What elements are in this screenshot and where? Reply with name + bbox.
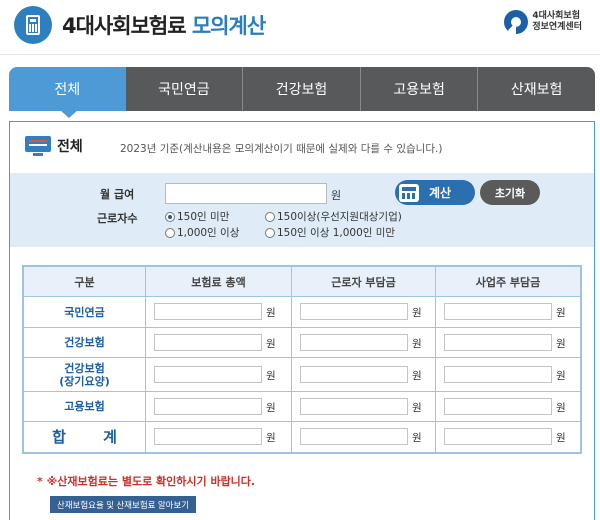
won-unit: 원 [412, 370, 422, 382]
input-area: 월 급여 원 계산 초기화 근로자수 150인 미만 150이상(우선지원대상기… [10, 173, 594, 247]
won-unit: 원 [412, 307, 422, 319]
care-employer-field[interactable] [444, 366, 552, 383]
radio-label: 1,000인 이상 [177, 227, 240, 239]
table-row: 건강보험 원 원 원 [24, 328, 580, 358]
tab-employment-insurance[interactable]: 고용보험 [360, 67, 479, 111]
sum-employer-field[interactable] [444, 428, 552, 445]
radio-circle [165, 227, 175, 238]
won-unit: 원 [556, 432, 566, 444]
radio-label: 150인 이상 1,000인 미만 [277, 227, 396, 239]
calculate-button-label: 계산 [429, 186, 452, 200]
monitor-icon [25, 136, 51, 156]
won-unit: 원 [412, 402, 422, 414]
industrial-accident-notice: * ※산재보험료는 별도로 확인하시기 바랍니다. [37, 475, 256, 488]
radio-label: 150인 미만 [177, 211, 230, 223]
health-employer-field[interactable] [444, 334, 552, 351]
won-unit: 원 [556, 307, 566, 319]
table-row: 합 계 원 원 원 [24, 422, 580, 452]
radio-circle [265, 211, 275, 222]
salary-won-unit: 원 [331, 189, 342, 202]
org-swirl-icon [504, 10, 529, 34]
table-header: 구분 보험료 총액 근로자 부담금 사업주 부담금 [24, 267, 580, 297]
org-name-line1: 4대사회보험 [532, 11, 580, 21]
header-divider [0, 54, 600, 55]
industrial-accident-link-button[interactable]: 산재보험요율 및 산재보험료 알아보기 [50, 496, 196, 513]
care-total-field[interactable] [154, 366, 262, 383]
won-unit: 원 [556, 338, 566, 350]
tab-industrial-accident[interactable]: 산재보험 [478, 67, 595, 111]
employment-employee-field[interactable] [300, 398, 408, 415]
employment-total-field[interactable] [154, 398, 262, 415]
org-logo[interactable]: 4대사회보험 정보연계센터 [504, 10, 582, 34]
page-title: 4대사회보험료 모의계산 [62, 10, 266, 40]
won-unit: 원 [556, 370, 566, 382]
radio-circle [165, 211, 175, 222]
radio-150-priority[interactable]: 150이상(우선지원대상기업) [265, 209, 402, 224]
sum-total-field[interactable] [154, 428, 262, 445]
calculator-icon [14, 6, 52, 44]
reset-button[interactable]: 초기화 [480, 180, 540, 205]
section-note: 2023년 기준(계산내용은 모의계산이기 때문에 실제와 다를 수 있습니다.… [120, 143, 443, 155]
won-unit: 원 [266, 370, 276, 382]
radio-label: 150이상(우선지원대상기업) [277, 211, 402, 223]
row-label-total: 합 계 [24, 422, 146, 452]
pension-employer-field[interactable] [444, 303, 552, 320]
result-table: 구분 보험료 총액 근로자 부담금 사업주 부담금 국민연금 원 원 원 건강보… [22, 265, 582, 454]
table-row: 국민연금 원 원 원 [24, 297, 580, 328]
pension-employee-field[interactable] [300, 303, 408, 320]
won-unit: 원 [266, 402, 276, 414]
radio-under-150[interactable]: 150인 미만 [165, 209, 229, 224]
won-unit: 원 [412, 338, 422, 350]
row-label-national-pension: 국민연금 [24, 297, 146, 327]
tab-health-insurance[interactable]: 건강보험 [243, 67, 361, 111]
col-employee: 근로자 부담금 [292, 267, 436, 297]
section-header: 전체 [25, 136, 83, 156]
won-unit: 원 [556, 402, 566, 414]
radio-over-1000[interactable]: 1,000인 이상 [165, 225, 239, 240]
table-row: 건강보험 (장기요양) 원 원 원 [24, 358, 580, 392]
col-category: 구분 [24, 267, 146, 297]
col-employer: 사업주 부담금 [475, 276, 541, 289]
calculate-button[interactable]: 계산 [395, 180, 475, 205]
page-title-accent: 모의계산 [191, 14, 266, 38]
page-title-main: 4대사회보험료 [62, 14, 187, 38]
health-employee-field[interactable] [300, 334, 408, 351]
won-unit: 원 [266, 307, 276, 319]
radio-circle [265, 227, 275, 238]
care-employee-field[interactable] [300, 366, 408, 383]
table-row: 고용보험 원 원 원 [24, 392, 580, 422]
row-label-long-term-care: 건강보험 (장기요양) [24, 358, 146, 391]
page-header: 4대사회보험료 모의계산 4대사회보험 정보연계센터 [0, 0, 600, 50]
org-name-line2: 정보연계센터 [532, 22, 582, 32]
tab-national-pension[interactable]: 국민연금 [125, 67, 244, 111]
active-tab-pointer [60, 110, 78, 118]
won-unit: 원 [266, 432, 276, 444]
sum-employee-field[interactable] [300, 428, 408, 445]
employment-employer-field[interactable] [444, 398, 552, 415]
row-label-health-insurance: 건강보험 [24, 328, 146, 357]
tab-bar: 전체 국민연금 건강보험 고용보험 산재보험 [9, 67, 595, 111]
won-unit: 원 [266, 338, 276, 350]
won-unit: 원 [412, 432, 422, 444]
health-total-field[interactable] [154, 334, 262, 351]
col-total: 보험료 총액 [146, 267, 292, 297]
calculator-panel: 전체 2023년 기준(계산내용은 모의계산이기 때문에 실제와 다를 수 있습… [9, 121, 595, 520]
section-title: 전체 [57, 139, 83, 155]
salary-label: 월 급여 [100, 188, 135, 201]
salary-input[interactable] [165, 183, 327, 204]
calculator-button-icon [399, 183, 419, 202]
workers-label: 근로자수 [97, 212, 138, 225]
radio-150-to-1000[interactable]: 150인 이상 1,000인 미만 [265, 225, 395, 240]
row-label-employment-insurance: 고용보험 [24, 392, 146, 421]
pension-total-field[interactable] [154, 303, 262, 320]
tab-all[interactable]: 전체 [9, 67, 126, 111]
